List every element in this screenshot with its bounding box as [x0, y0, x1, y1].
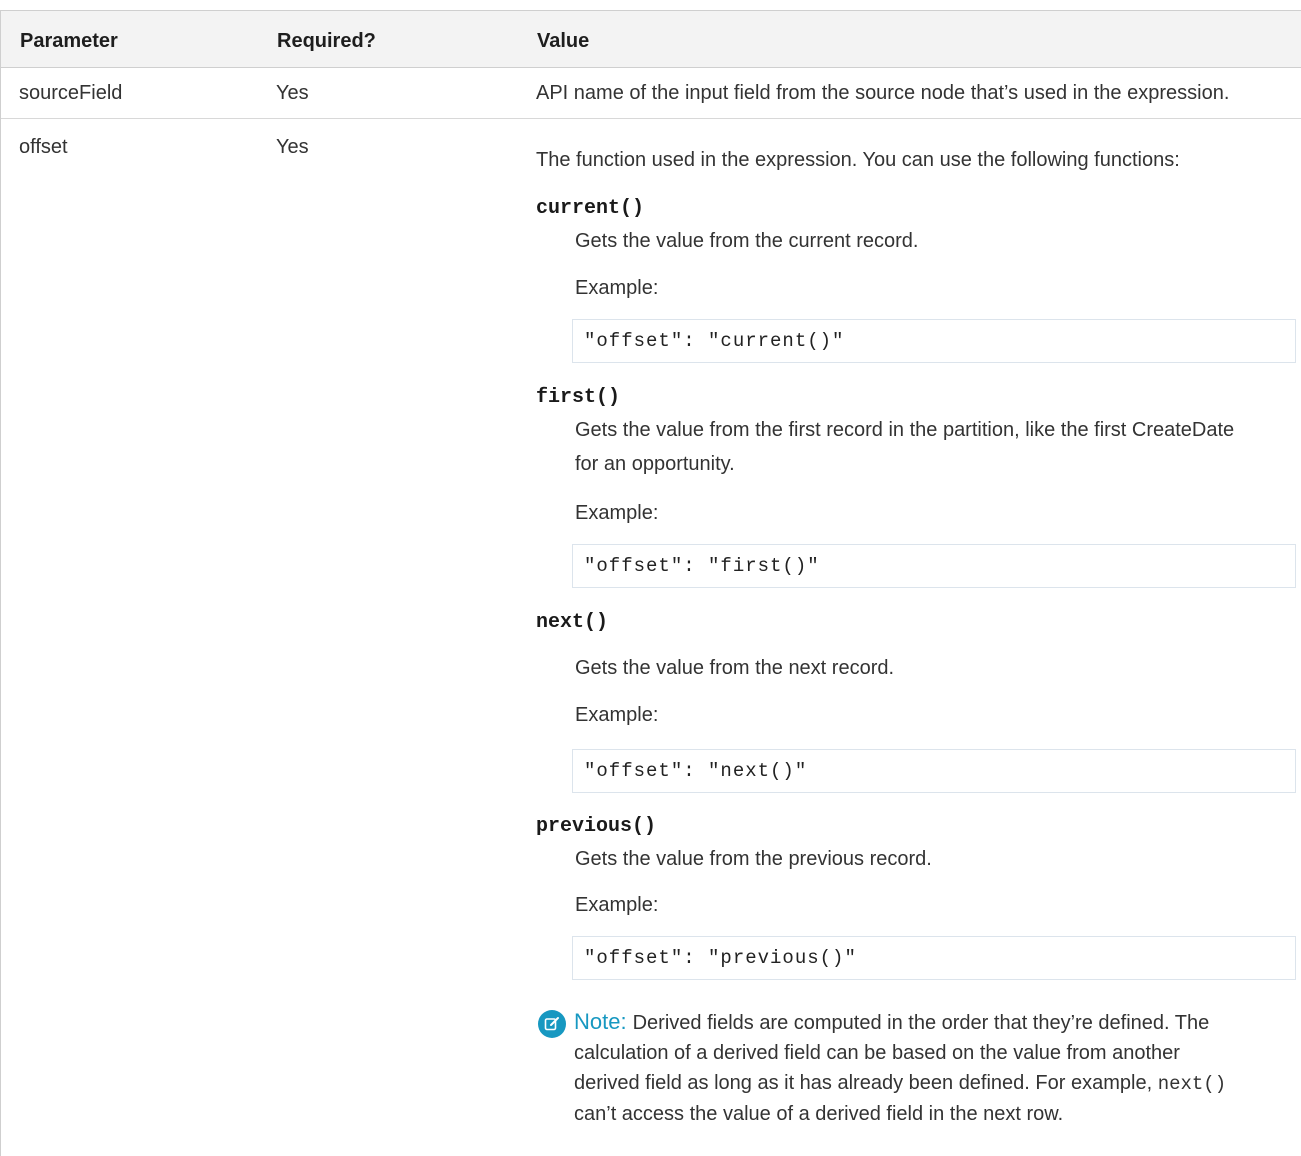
code-block: "offset": "next()" — [572, 749, 1296, 793]
required-cell: Yes — [276, 136, 309, 158]
header-required: Required? — [277, 30, 376, 52]
note-line: derived field as long as it has already … — [574, 1068, 1292, 1099]
example-label: Example: — [575, 502, 659, 524]
note-text: Derived fields are computed in the order… — [632, 1012, 1210, 1034]
note-text: derived field as long as it has already … — [574, 1072, 1153, 1094]
code-text: "offset": "current()" — [584, 330, 845, 352]
example-label: Example: — [575, 277, 659, 299]
function-description: Gets the value from the next record. — [575, 657, 895, 679]
function-name-next: next() — [536, 611, 609, 634]
code-block: "offset": "current()" — [572, 319, 1296, 363]
note-label: Note: — [574, 1009, 627, 1034]
parameter-cell: sourceField — [19, 82, 123, 104]
example-label: Example: — [575, 894, 659, 916]
value-intro: The function used in the expression. You… — [536, 149, 1180, 171]
parameter-cell: offset — [19, 136, 68, 158]
note-line: can’t access the value of a derived fiel… — [574, 1103, 1064, 1125]
code-block: "offset": "previous()" — [572, 936, 1296, 980]
function-name-current: current() — [536, 197, 645, 220]
value-cell: API name of the input field from the sou… — [536, 82, 1230, 104]
example-label: Example: — [575, 704, 659, 726]
edit-note-icon — [538, 1010, 566, 1038]
table-header: Parameter Required? Value — [1, 11, 1301, 68]
code-block: "offset": "first()" — [572, 544, 1296, 588]
function-name-previous: previous() — [536, 815, 657, 838]
header-parameter: Parameter — [20, 30, 118, 52]
row-divider — [1, 118, 1301, 119]
function-name-first: first() — [536, 386, 621, 409]
parameter-table: Parameter Required? Value sourceField Ye… — [0, 0, 1301, 1156]
required-cell: Yes — [276, 82, 309, 104]
code-text: "offset": "next()" — [584, 760, 808, 782]
code-text: "offset": "first()" — [584, 555, 820, 577]
inline-code: next() — [1157, 1073, 1227, 1095]
function-description: Gets the value from the previous record. — [575, 848, 932, 870]
header-value: Value — [537, 30, 590, 52]
note-line: Note: Derived fields are computed in the … — [574, 1007, 1292, 1038]
note-line: calculation of a derived field can be ba… — [574, 1042, 1180, 1064]
code-text: "offset": "previous()" — [584, 947, 857, 969]
note-callout: Note: Derived fields are computed in the … — [574, 1007, 1292, 1129]
table-left-border — [0, 10, 1, 1156]
function-description: Gets the value from the current record. — [575, 230, 919, 252]
function-description-continued: for an opportunity. — [575, 453, 735, 475]
function-description: Gets the value from the first record in … — [575, 419, 1235, 441]
